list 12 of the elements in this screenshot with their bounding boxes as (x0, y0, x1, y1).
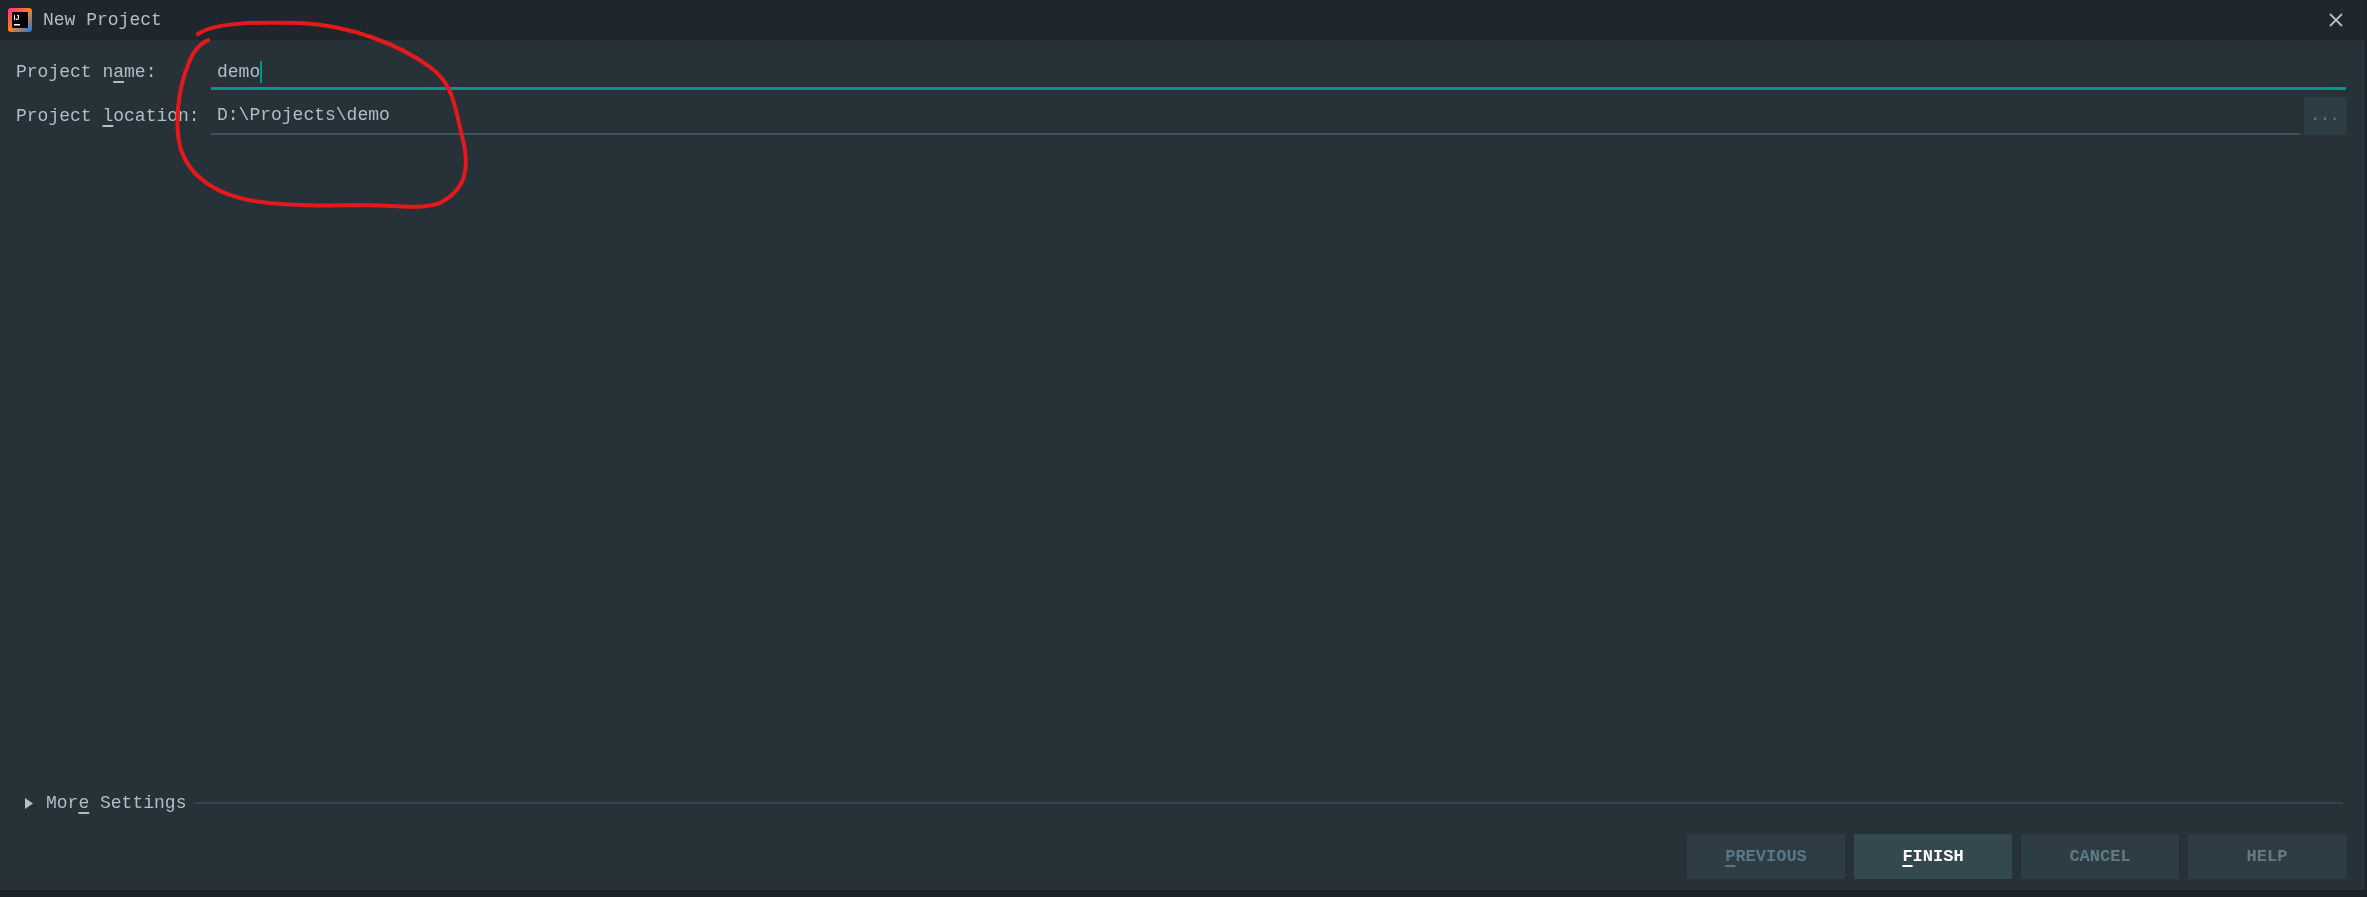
text-field[interactable]: D:\Projects\demo (211, 97, 2300, 135)
close-icon (2329, 13, 2343, 27)
dialog-button[interactable]: FINISH (1854, 834, 2012, 879)
text-cursor (260, 61, 263, 83)
text-field[interactable]: demo (211, 54, 2346, 90)
close-button[interactable] (2327, 11, 2345, 29)
field-value: D:\Projects\demo (217, 103, 390, 127)
more-settings-toggle[interactable]: More Settings (46, 789, 187, 817)
collapsed-triangle-icon[interactable] (25, 797, 33, 809)
field-value: demo (217, 60, 261, 84)
field-label: Project name: (16, 60, 158, 84)
window-title: New Project (43, 8, 162, 32)
